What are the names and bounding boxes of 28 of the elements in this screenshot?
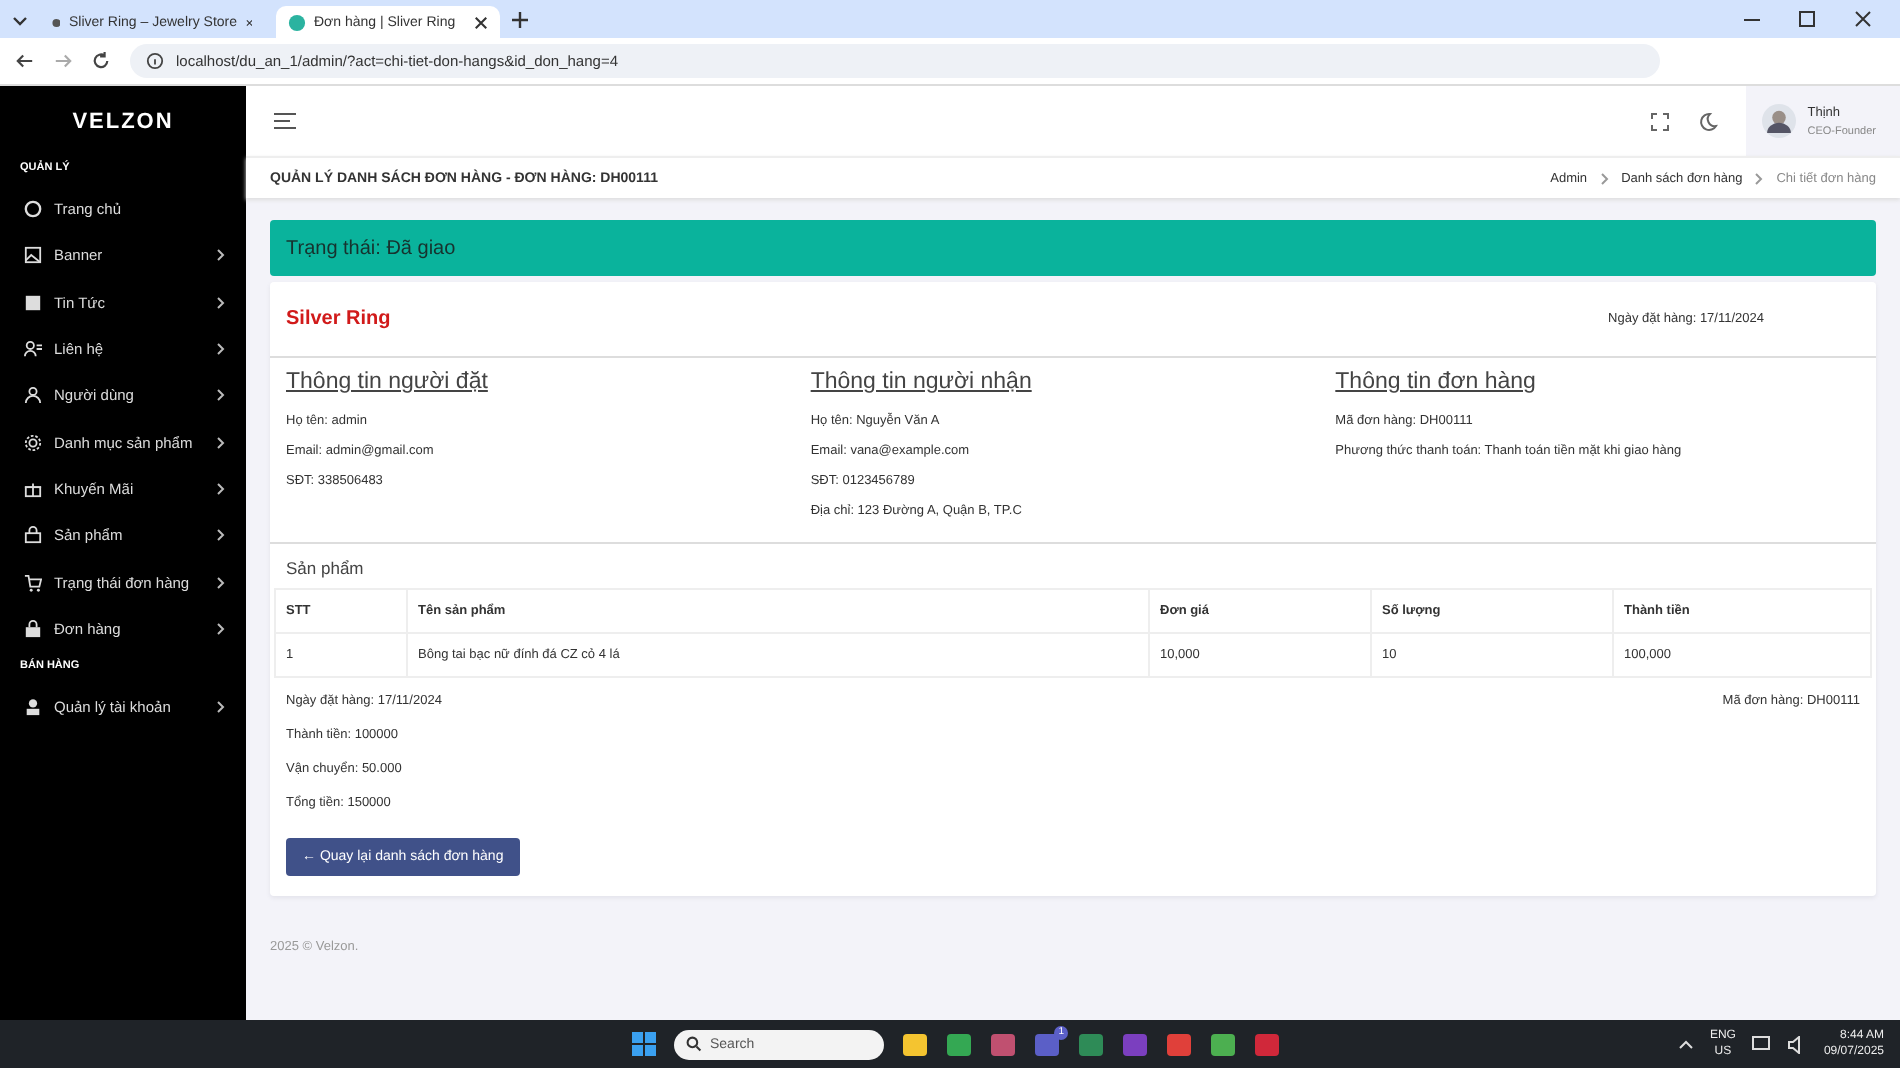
chevron-up-icon[interactable] — [1677, 1038, 1694, 1050]
gear-icon — [24, 433, 42, 452]
chevron-right-icon — [1599, 171, 1610, 185]
chevron-right-icon — [1754, 171, 1765, 185]
fullscreen-icon[interactable] — [1649, 111, 1670, 131]
logo: VELZON — [70, 108, 176, 138]
person-icon — [24, 698, 42, 717]
cart-icon — [24, 573, 42, 592]
contacts-icon — [24, 340, 42, 359]
dark-mode-icon[interactable] — [1697, 111, 1718, 131]
search-icon — [686, 1036, 702, 1052]
reload-icon[interactable] — [92, 52, 110, 70]
brand-name: Silver Ring — [286, 308, 391, 330]
section-heading: Thông tin đơn hàng — [1335, 370, 1538, 394]
dashboard-icon — [24, 200, 42, 219]
menu-icon[interactable] — [274, 112, 296, 130]
status-banner: Trạng thái: Đã giao — [270, 220, 1876, 276]
avatar-icon — [1761, 104, 1796, 138]
close-icon[interactable] — [474, 15, 488, 29]
image-icon — [24, 246, 42, 265]
section-heading: Thông tin người nhận — [810, 370, 1034, 394]
start-icon[interactable] — [632, 1032, 656, 1056]
back-icon[interactable] — [16, 52, 34, 70]
user-icon — [24, 386, 42, 405]
section-heading: Sản phẩm — [284, 558, 366, 578]
section-heading: Thông tin người đặt — [286, 370, 490, 394]
tab-list-icon[interactable] — [12, 11, 28, 27]
new-tab-icon[interactable] — [512, 11, 528, 27]
